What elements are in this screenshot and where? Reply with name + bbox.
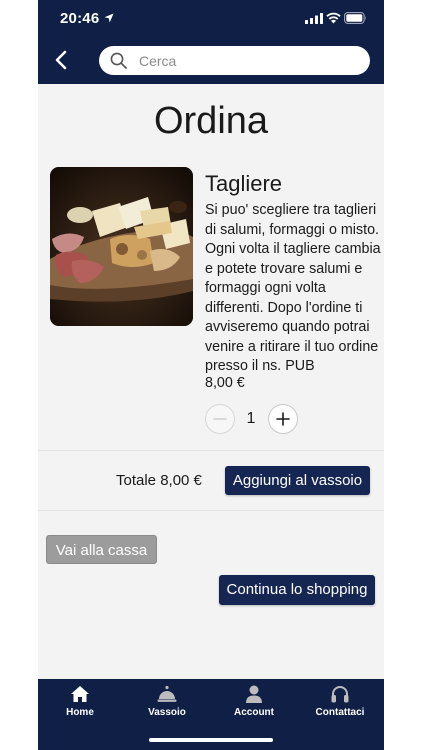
tab-vassoio[interactable]: Vassoio: [127, 685, 207, 725]
tab-label: Account: [234, 707, 274, 718]
home-icon: [71, 686, 89, 702]
tab-home[interactable]: Home: [40, 685, 120, 725]
tab-label: Vassoio: [148, 707, 186, 718]
page-title: Ordina: [153, 100, 269, 142]
search-input[interactable]: [139, 50, 359, 71]
quantity-decrease-button[interactable]: [205, 404, 235, 434]
home-indicator: [149, 738, 273, 742]
product-description: Si puo' scegliere tra taglieri di salumi…: [205, 202, 381, 374]
wifi-icon: [326, 12, 341, 24]
product-image: [50, 167, 193, 326]
status-time: 20:46: [60, 10, 100, 27]
minus-icon: [213, 418, 227, 420]
tab-account[interactable]: Account: [214, 685, 294, 725]
status-bar: 20:46: [38, 8, 384, 30]
back-button[interactable]: [52, 48, 74, 72]
continue-shopping-button[interactable]: Continua lo shopping: [219, 575, 375, 605]
order-total: Totale 8,00 €: [116, 472, 202, 489]
chevron-left-icon: [55, 50, 67, 70]
signal-icon: [305, 13, 323, 24]
checkout-button[interactable]: Vai alla cassa: [46, 535, 157, 564]
product-price: 8,00 €: [205, 375, 245, 391]
search-icon: [110, 52, 127, 69]
quantity-increase-button[interactable]: [268, 404, 298, 434]
tab-label: Home: [66, 707, 94, 718]
phone-screen: 20:46 Cerca Ordina Tagliere Si puo' sceg…: [38, 0, 384, 750]
tab-contattaci[interactable]: Contattaci: [300, 685, 380, 725]
add-to-tray-button[interactable]: Aggiungi al vassoio: [225, 466, 370, 495]
battery-icon: [344, 12, 367, 24]
plus-icon: [276, 412, 290, 426]
headphones-icon: [331, 686, 349, 703]
location-arrow-icon: [104, 13, 114, 23]
divider: [38, 450, 384, 451]
search-bar: [99, 46, 370, 75]
top-bar: 20:46: [38, 0, 384, 84]
person-icon: [246, 685, 262, 703]
cloche-icon: [157, 685, 177, 702]
quantity-value: 1: [246, 410, 256, 427]
product-name: Tagliere: [205, 171, 283, 196]
divider: [38, 510, 384, 511]
tab-label: Contattaci: [315, 707, 365, 718]
